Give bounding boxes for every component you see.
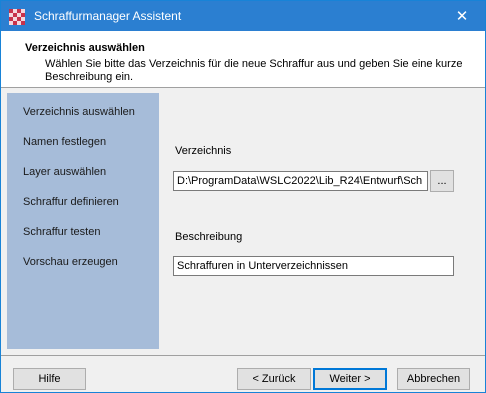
cancel-button[interactable]: Abbrechen: [397, 368, 470, 390]
wizard-header: Verzeichnis auswählen Wählen Sie bitte d…: [1, 31, 485, 88]
directory-field[interactable]: D:\ProgramData\WSLC2022\Lib_R24\Entwurf\…: [173, 171, 428, 191]
step-directory: Verzeichnis auswählen: [23, 106, 135, 118]
wizard-window: Schraffurmanager Assistent ✕ Verzeichnis…: [0, 0, 486, 393]
header-description: Wählen Sie bitte das Verzeichnis für die…: [45, 58, 463, 83]
browse-button[interactable]: ...: [430, 170, 454, 192]
step-layer: Layer auswählen: [23, 166, 107, 178]
next-button[interactable]: Weiter >: [313, 368, 387, 390]
back-button[interactable]: < Zurück: [237, 368, 311, 390]
help-button[interactable]: Hilfe: [13, 368, 86, 390]
footer-divider: [1, 355, 485, 356]
steps-sidebar: Verzeichnis auswählen Namen festlegen La…: [7, 93, 159, 349]
directory-label: Verzeichnis: [175, 145, 232, 157]
description-label: Beschreibung: [175, 231, 243, 243]
description-field[interactable]: Schraffuren in Unterverzeichnissen: [173, 256, 454, 276]
header-title: Verzeichnis auswählen: [25, 42, 145, 54]
window-title: Schraffurmanager Assistent: [34, 9, 182, 23]
hatch-app-icon: [9, 9, 25, 25]
step-test-hatch: Schraffur testen: [23, 226, 101, 238]
step-preview: Vorschau erzeugen: [23, 256, 118, 268]
step-define-hatch: Schraffur definieren: [23, 196, 119, 208]
close-icon[interactable]: ✕: [439, 1, 485, 31]
step-name: Namen festlegen: [23, 136, 107, 148]
title-bar[interactable]: Schraffurmanager Assistent ✕: [1, 1, 485, 31]
